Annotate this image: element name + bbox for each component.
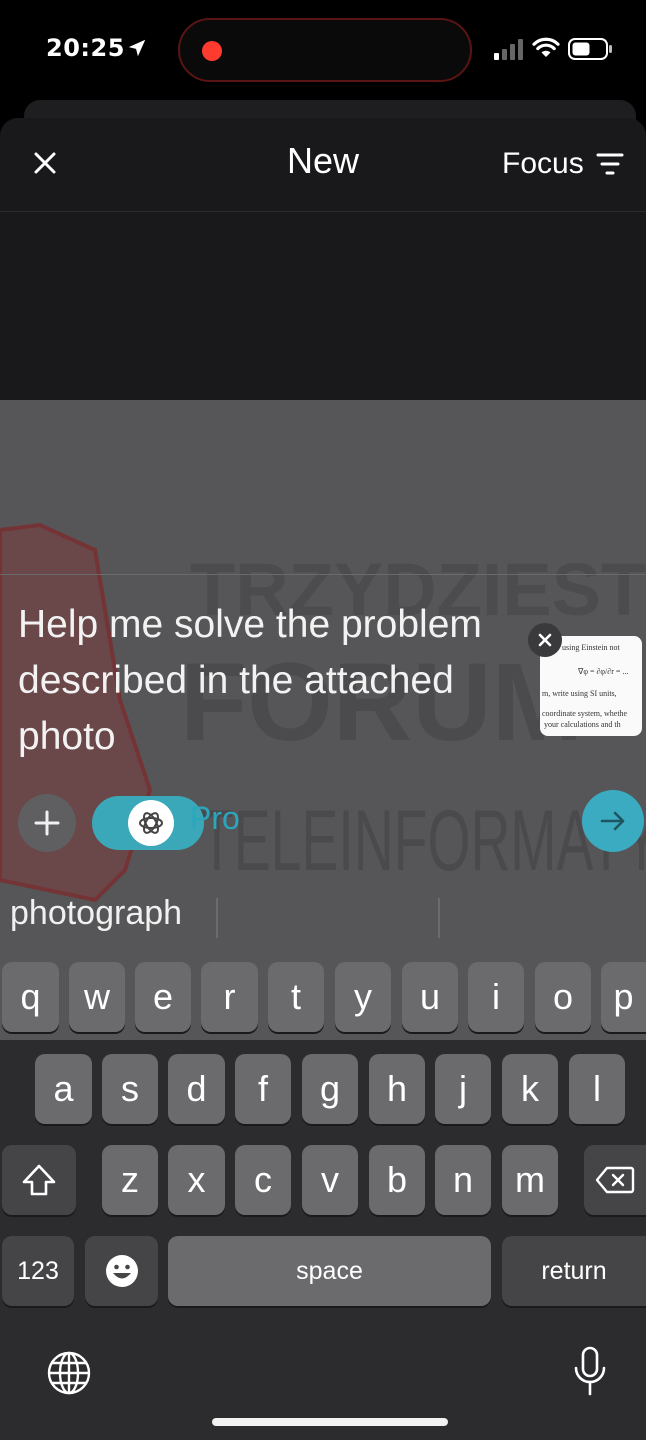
key-f[interactable]: f bbox=[235, 1054, 291, 1124]
attachment-line-3: m, write using SI units, bbox=[542, 689, 617, 698]
battery-icon bbox=[568, 38, 612, 60]
key-c[interactable]: c bbox=[235, 1145, 291, 1215]
key-r[interactable]: r bbox=[201, 962, 258, 1032]
key-x[interactable]: x bbox=[168, 1145, 225, 1215]
remove-attachment-button[interactable] bbox=[528, 623, 562, 657]
key-b[interactable]: b bbox=[369, 1145, 425, 1215]
close-icon bbox=[538, 633, 552, 647]
key-h[interactable]: h bbox=[369, 1054, 425, 1124]
key-d[interactable]: d bbox=[168, 1054, 225, 1124]
key-q[interactable]: q bbox=[2, 962, 59, 1032]
globe-icon[interactable] bbox=[46, 1350, 92, 1396]
numbers-key[interactable]: 123 bbox=[2, 1236, 74, 1306]
status-bar: 20:25 bbox=[0, 0, 646, 100]
key-z[interactable]: z bbox=[102, 1145, 158, 1215]
key-e[interactable]: e bbox=[135, 962, 191, 1032]
attachment-line-2: ∇φ = ∂φ/∂r = ... bbox=[577, 667, 628, 676]
key-j[interactable]: j bbox=[435, 1054, 491, 1124]
key-m[interactable]: m bbox=[502, 1145, 558, 1215]
backspace-key[interactable] bbox=[584, 1145, 646, 1215]
suggestion-divider bbox=[216, 898, 218, 938]
composer-divider bbox=[0, 574, 646, 575]
prompt-input[interactable]: Help me solve the problem described in t… bbox=[18, 597, 518, 765]
key-i[interactable]: i bbox=[468, 962, 524, 1032]
cellular-signal-icon bbox=[494, 39, 523, 60]
location-arrow-icon bbox=[128, 39, 146, 57]
key-t[interactable]: t bbox=[268, 962, 324, 1032]
dynamic-island bbox=[178, 18, 472, 82]
shift-key[interactable] bbox=[2, 1145, 76, 1215]
pro-toggle-knob[interactable] bbox=[128, 800, 174, 846]
shift-icon bbox=[22, 1164, 56, 1196]
emoji-icon bbox=[105, 1255, 138, 1287]
filter-lines-icon bbox=[596, 153, 624, 175]
recording-indicator bbox=[202, 41, 222, 61]
key-o[interactable]: o bbox=[535, 962, 591, 1032]
arrow-right-icon bbox=[600, 811, 625, 831]
key-w[interactable]: w bbox=[69, 962, 125, 1032]
key-p[interactable]: p bbox=[601, 962, 646, 1032]
pro-label[interactable]: Pro bbox=[190, 800, 240, 837]
key-k[interactable]: k bbox=[502, 1054, 558, 1124]
key-y[interactable]: y bbox=[335, 962, 391, 1032]
key-l[interactable]: l bbox=[569, 1054, 625, 1124]
key-s[interactable]: s bbox=[102, 1054, 158, 1124]
emoji-key[interactable] bbox=[85, 1236, 158, 1306]
return-key[interactable]: return bbox=[502, 1236, 646, 1306]
plus-icon bbox=[34, 810, 60, 836]
header-divider bbox=[0, 211, 646, 212]
wifi-icon bbox=[532, 37, 560, 57]
backspace-icon bbox=[595, 1166, 635, 1194]
key-n[interactable]: n bbox=[435, 1145, 491, 1215]
suggestion-1[interactable]: photograph bbox=[10, 894, 182, 933]
openai-logo-icon bbox=[139, 812, 163, 834]
home-indicator[interactable] bbox=[212, 1418, 448, 1426]
focus-button[interactable]: Focus bbox=[502, 144, 624, 184]
predictive-text-bar: photograph bbox=[0, 880, 646, 952]
key-v[interactable]: v bbox=[302, 1145, 358, 1215]
status-time: 20:25 bbox=[46, 34, 125, 62]
attachment-line-5: your calculations and th bbox=[544, 720, 621, 729]
attachment-line-1: using Einstein not bbox=[562, 643, 621, 652]
key-g[interactable]: g bbox=[302, 1054, 358, 1124]
focus-label: Focus bbox=[502, 147, 584, 180]
watermark-line-3: TELEINFORMATY bbox=[200, 793, 646, 889]
space-key[interactable]: space bbox=[168, 1236, 491, 1306]
suggestion-divider bbox=[438, 898, 440, 938]
key-u[interactable]: u bbox=[402, 962, 458, 1032]
attachment-line-4: coordinate system, whethe bbox=[542, 709, 628, 718]
add-attachment-button[interactable] bbox=[18, 794, 76, 852]
send-button[interactable] bbox=[582, 790, 644, 852]
microphone-icon[interactable] bbox=[572, 1346, 608, 1398]
key-a[interactable]: a bbox=[35, 1054, 92, 1124]
